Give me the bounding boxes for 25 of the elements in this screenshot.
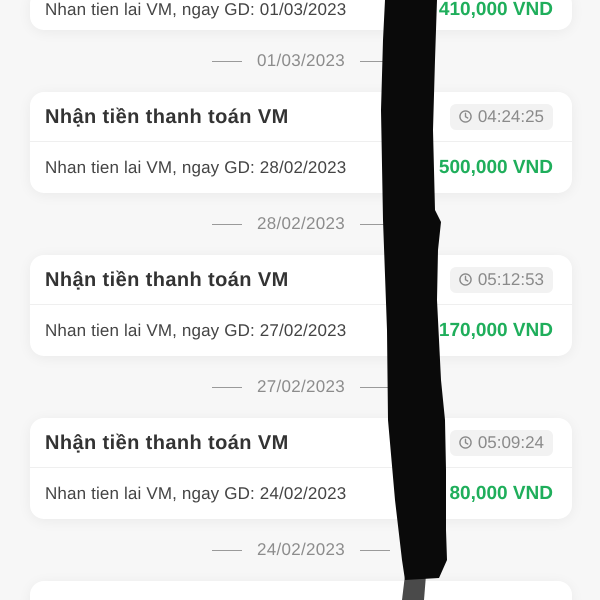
clock-icon: [458, 273, 472, 286]
transaction-description: Nhan tien lai VM, ngay GD: 28/02/2023: [45, 158, 346, 178]
transaction-card[interactable]: Nhận tiền thanh toán VM 05:12:53 Nhan tien lai VM, ngay GD: 27/02/2023 170,000 VND: [30, 255, 572, 356]
amount-text: 170,000 VND: [438, 320, 553, 340]
amount-text: 410,000 VND: [438, 0, 553, 20]
date-label: 01/03/2023: [256, 51, 346, 71]
time-text: 05:12:53: [478, 270, 544, 290]
transaction-card[interactable]: Nhận tiền thanh toán VM 04:24:25 Nhan tien lai VM, ngay GD: 28/02/2023 500,000 VND: [30, 92, 572, 193]
transaction-title: Nhận tiền thanh toán VM: [45, 104, 289, 130]
transaction-description: Nhan tien lai VM, ngay GD: 01/03/2023: [45, 0, 346, 20]
transaction-description: Nhan tien lai VM, ngay GD: 27/02/2023: [45, 320, 346, 340]
time-text: 04:24:25: [478, 106, 544, 126]
amount-text: 80,000 VND: [449, 484, 553, 504]
date-label: 28/02/2023: [256, 214, 346, 234]
transaction-card[interactable]: Nhan tien lai VM, ngay GD: 01/03/2023 410,000 VND: [30, 0, 572, 30]
transaction-description: Nhan tien lai VM, ngay GD: 24/02/2023: [45, 484, 346, 504]
amount-text: 500,000 VND: [438, 158, 553, 178]
time-text: 05:09:24: [478, 432, 544, 452]
date-label: 27/02/2023: [256, 377, 346, 397]
transaction-card[interactable]: Nhận tiền thanh toán VM 05:09:24 Nhan tien lai VM, ngay GD: 24/02/2023 80,000 VND: [30, 418, 572, 519]
clock-icon: [458, 436, 472, 449]
date-label: 24/02/2023: [256, 540, 346, 560]
transaction-title: Nhận tiền thanh toán VM: [45, 430, 289, 456]
transaction-title: Nhận tiền thanh toán VM: [45, 268, 289, 292]
clock-icon: [458, 110, 472, 123]
